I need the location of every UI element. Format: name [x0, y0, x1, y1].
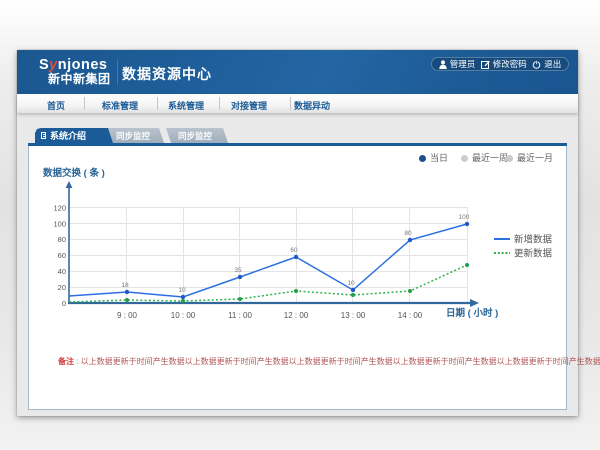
- svg-text:60: 60: [290, 247, 298, 254]
- svg-text:18: 18: [121, 282, 129, 289]
- svg-text:60: 60: [58, 251, 66, 260]
- svg-text:9 : 00: 9 : 00: [117, 311, 138, 320]
- svg-text:日期 ( 小时 ): 日期 ( 小时 ): [446, 307, 498, 319]
- svg-text:100: 100: [53, 220, 66, 229]
- svg-text:更新数据: 更新数据: [514, 248, 553, 260]
- svg-text:80: 80: [404, 230, 412, 237]
- svg-text:10: 10: [178, 287, 186, 294]
- svg-text:120: 120: [53, 204, 66, 213]
- svg-text:0: 0: [62, 299, 66, 308]
- svg-text:35: 35: [234, 267, 242, 274]
- svg-text:13 : 00: 13 : 00: [341, 311, 366, 320]
- svg-text:100: 100: [459, 214, 470, 221]
- svg-text:数据交换 ( 条 ): 数据交换 ( 条 ): [42, 167, 105, 179]
- svg-text:新增数据: 新增数据: [514, 234, 553, 246]
- svg-text:10 : 00: 10 : 00: [171, 311, 196, 320]
- svg-text:14 : 00: 14 : 00: [398, 311, 423, 320]
- svg-text:11 : 00: 11 : 00: [228, 311, 252, 320]
- svg-text:80: 80: [58, 235, 66, 244]
- svg-text:20: 20: [58, 283, 66, 292]
- svg-text:12 : 00: 12 : 00: [284, 311, 309, 320]
- svg-text:40: 40: [58, 267, 66, 276]
- svg-text:10: 10: [347, 280, 355, 287]
